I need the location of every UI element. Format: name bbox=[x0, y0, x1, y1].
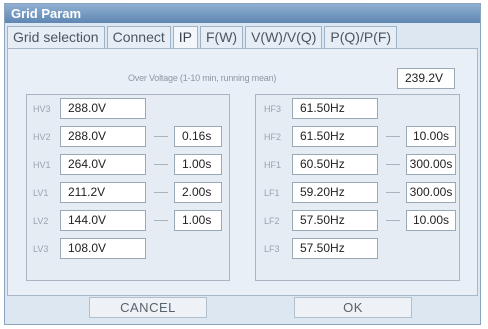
hf2-time-field[interactable]: 10.00s bbox=[406, 126, 456, 147]
separator-dash bbox=[386, 220, 400, 221]
hv2-label: HV2 bbox=[33, 132, 51, 142]
ok-button[interactable]: OK bbox=[294, 297, 412, 318]
separator-dash bbox=[386, 136, 400, 137]
lv2-label: LV2 bbox=[33, 216, 49, 226]
tab-ip[interactable]: IP bbox=[172, 26, 198, 49]
lv2-time-field[interactable]: 1.00s bbox=[174, 210, 222, 231]
lv1-value-field[interactable]: 211.2V bbox=[60, 182, 146, 203]
ip-panel: Over Voltage (1-10 min, running mean) 23… bbox=[7, 48, 478, 296]
lf1-value-field[interactable]: 59.20Hz bbox=[292, 182, 378, 203]
over-voltage-label: Over Voltage (1-10 min, running mean) bbox=[128, 73, 277, 83]
hf1-label: HF1 bbox=[264, 160, 282, 170]
hf2-label: HF2 bbox=[264, 132, 282, 142]
hv1-label: HV1 bbox=[33, 160, 51, 170]
voltage-group: HV3 288.0V HV2 288.0V 0.16s HV1 264.0V 1… bbox=[26, 94, 230, 281]
lf2-value-field[interactable]: 57.50Hz bbox=[292, 210, 378, 231]
hf3-label: HF3 bbox=[264, 104, 282, 114]
hv1-value-field[interactable]: 264.0V bbox=[60, 154, 146, 175]
separator-dash bbox=[154, 192, 168, 193]
separator-dash bbox=[154, 164, 168, 165]
separator-dash bbox=[386, 192, 400, 193]
over-voltage-field[interactable]: 239.2V bbox=[397, 68, 455, 89]
cancel-button[interactable]: CANCEL bbox=[89, 297, 207, 318]
tab-connect[interactable]: Connect bbox=[106, 26, 171, 48]
lv1-time-field[interactable]: 2.00s bbox=[174, 182, 222, 203]
hv2-time-field[interactable]: 0.16s bbox=[174, 126, 222, 147]
separator-dash bbox=[154, 136, 168, 137]
hv3-label: HV3 bbox=[33, 104, 51, 114]
tab-grid-selection[interactable]: Grid selection bbox=[7, 26, 105, 48]
window-title: Grid Param bbox=[5, 4, 480, 23]
tab-fw[interactable]: F(W) bbox=[199, 26, 244, 48]
frequency-group: HF3 61.50Hz HF2 61.50Hz 10.00s HF1 60.50… bbox=[255, 94, 460, 281]
grid-param-window: Grid Param Grid selection Connect IP F(W… bbox=[4, 3, 481, 325]
hf1-value-field[interactable]: 60.50Hz bbox=[292, 154, 378, 175]
lv3-label: LV3 bbox=[33, 244, 49, 254]
tab-pq-pf[interactable]: P(Q)/P(F) bbox=[324, 26, 398, 48]
hv2-value-field[interactable]: 288.0V bbox=[60, 126, 146, 147]
lv2-value-field[interactable]: 144.0V bbox=[60, 210, 146, 231]
lf2-time-field[interactable]: 10.00s bbox=[406, 210, 456, 231]
hf1-time-field[interactable]: 300.00s bbox=[406, 154, 456, 175]
separator-dash bbox=[386, 164, 400, 165]
lf1-time-field[interactable]: 300.00s bbox=[406, 182, 456, 203]
lv1-label: LV1 bbox=[33, 188, 49, 198]
lf3-value-field[interactable]: 57.50Hz bbox=[292, 238, 378, 259]
tab-vw-vq[interactable]: V(W)/V(Q) bbox=[245, 26, 323, 48]
hv3-value-field[interactable]: 288.0V bbox=[60, 98, 146, 119]
lv3-value-field[interactable]: 108.0V bbox=[60, 238, 146, 259]
hf2-value-field[interactable]: 61.50Hz bbox=[292, 126, 378, 147]
lf3-label: LF3 bbox=[264, 244, 280, 254]
tab-bar: Grid selection Connect IP F(W) V(W)/V(Q)… bbox=[7, 26, 399, 49]
separator-dash bbox=[154, 220, 168, 221]
hv1-time-field[interactable]: 1.00s bbox=[174, 154, 222, 175]
hf3-value-field[interactable]: 61.50Hz bbox=[292, 98, 378, 119]
lf1-label: LF1 bbox=[264, 188, 280, 198]
lf2-label: LF2 bbox=[264, 216, 280, 226]
